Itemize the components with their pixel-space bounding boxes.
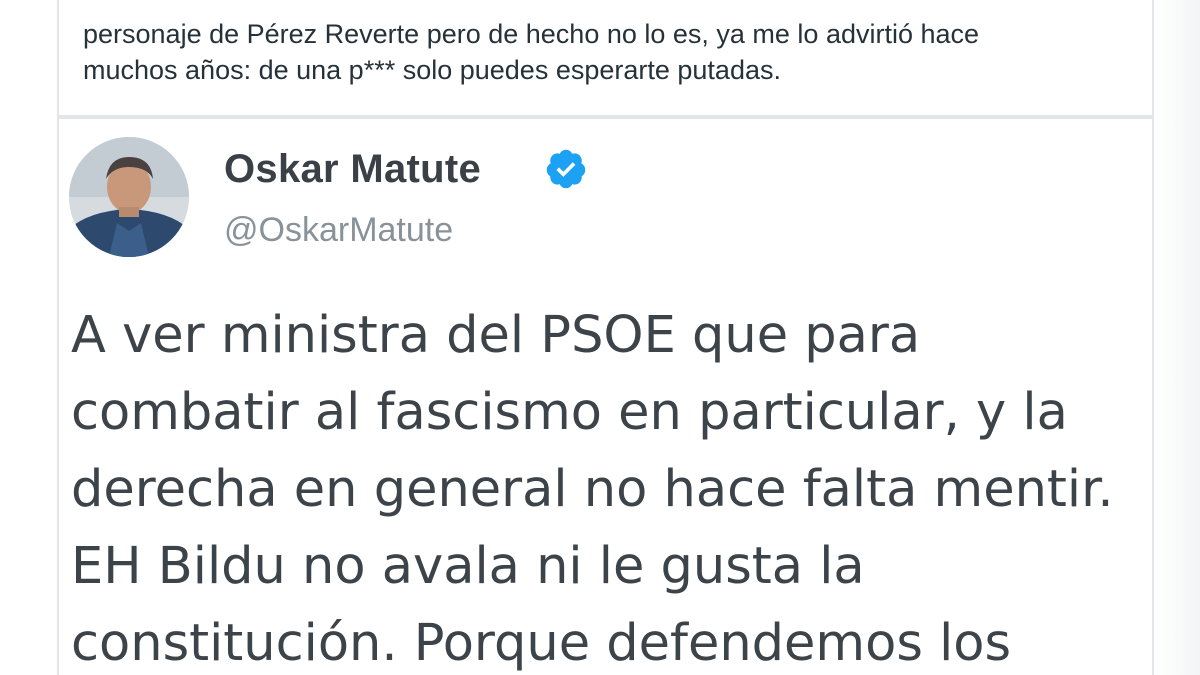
tweet-body-line: combatir al fascismo en particular, y la xyxy=(71,383,1068,442)
verified-badge-icon xyxy=(546,149,586,189)
author-handle[interactable]: @OskarMatute xyxy=(224,211,453,250)
tweet-body-line: A ver ministra del PSOE que para xyxy=(71,306,921,365)
avatar-photo-icon xyxy=(69,137,189,257)
tweet-body-text: A ver ministra del PSOE que para combati… xyxy=(71,297,1151,675)
tweet-body-line: derecha en general no hace falta mentir. xyxy=(71,460,1114,519)
quoted-tweet-line: muchos años: de una p*** solo puedes esp… xyxy=(83,55,781,85)
screenshot-stage: personaje de Pérez Reverte pero de hecho… xyxy=(0,0,1200,675)
quoted-tweet-line: personaje de Pérez Reverte pero de hecho… xyxy=(83,19,980,49)
tweet-body-line: constitución. Porque defendemos los xyxy=(71,614,1012,673)
embedded-tweet-card[interactable]: Oskar Matute @OskarMatute A ver ministra… xyxy=(57,117,1154,675)
avatar[interactable] xyxy=(69,137,189,257)
quoted-tweet-text: personaje de Pérez Reverte pero de hecho… xyxy=(83,8,1143,88)
page-right-margin xyxy=(1156,0,1200,675)
tweet-body-line: EH Bildu no avala ni le gusta la xyxy=(71,537,865,596)
cropped-line xyxy=(83,8,1143,16)
author-name[interactable]: Oskar Matute xyxy=(224,147,481,192)
quoted-tweet-box[interactable]: personaje de Pérez Reverte pero de hecho… xyxy=(57,0,1154,117)
